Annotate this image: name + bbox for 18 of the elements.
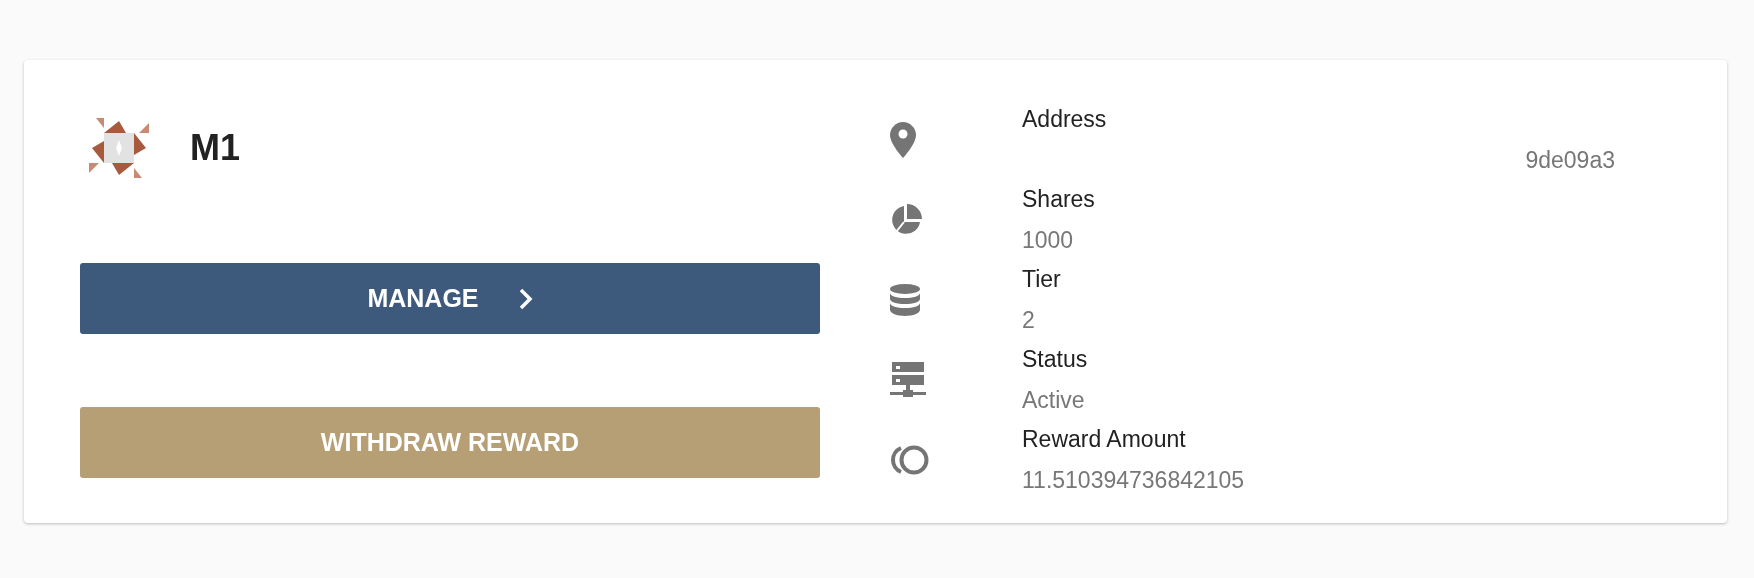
detail-value: 11.510394736842105	[1022, 467, 1245, 494]
detail-value: 1000	[1022, 227, 1074, 254]
server-icon	[890, 362, 926, 398]
location-pin-icon	[890, 122, 916, 158]
detail-label: Reward Amount	[1022, 426, 1187, 453]
node-name: M1	[190, 127, 240, 169]
detail-label: Status	[1022, 346, 1089, 373]
coins-icon	[890, 444, 930, 476]
detail-label: Shares	[1022, 186, 1096, 213]
detail-value: Active	[1022, 387, 1085, 414]
pie-chart-icon	[890, 204, 922, 236]
chevron-right-icon	[518, 287, 533, 310]
detail-value: 9de09a3	[1525, 147, 1615, 174]
database-icon	[890, 284, 920, 316]
manage-button[interactable]: MANAGE	[80, 263, 820, 334]
detail-label: Address	[1022, 106, 1108, 133]
detail-label: Tier	[1022, 266, 1062, 293]
detail-value: 2	[1022, 307, 1035, 334]
